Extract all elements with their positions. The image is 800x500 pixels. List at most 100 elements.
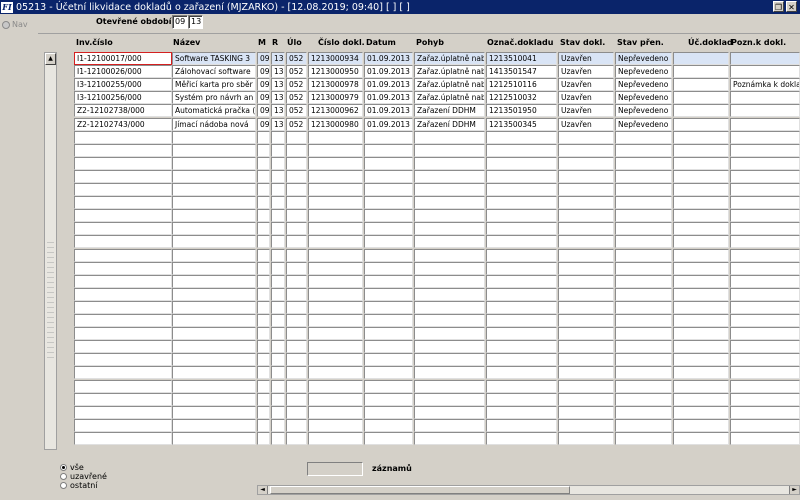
cell-nazev[interactable] — [172, 314, 256, 327]
cell-cislo-dokl[interactable] — [308, 248, 363, 262]
cell-stav-dokl[interactable] — [558, 392, 614, 406]
cell-r[interactable] — [271, 379, 285, 393]
cell-r[interactable] — [271, 222, 285, 236]
cell-stav-pren[interactable] — [615, 353, 672, 367]
cell-uc-doklad[interactable] — [673, 300, 729, 314]
cell-datum[interactable]: 01.09.2013 0 — [364, 65, 413, 79]
cell-ulo[interactable] — [286, 222, 307, 236]
filter-option[interactable]: uzavřené — [60, 472, 107, 481]
filter-option[interactable]: ostatní — [60, 481, 107, 490]
table-row[interactable]: I1-12100017/000 Software TASKING 3 09 13 052… — [0, 52, 800, 65]
table-row[interactable] — [0, 314, 800, 327]
cell-ulo[interactable] — [286, 235, 307, 249]
cell-stav-dokl[interactable] — [558, 169, 614, 183]
cell-pohyb[interactable] — [414, 209, 485, 223]
cell-uc-doklad[interactable] — [673, 143, 729, 157]
cell-stav-dokl[interactable] — [558, 353, 614, 367]
cell-ulo[interactable] — [286, 209, 307, 223]
cell-r[interactable] — [271, 235, 285, 249]
cell-datum[interactable] — [364, 392, 413, 406]
cell-stav-pren[interactable] — [615, 169, 672, 183]
cell-datum[interactable] — [364, 287, 413, 301]
cell-stav-dokl[interactable] — [558, 366, 614, 380]
cell-uc-doklad[interactable] — [673, 431, 729, 445]
cell-m[interactable] — [257, 431, 270, 445]
cell-oznac-dokladu[interactable] — [486, 366, 557, 380]
cell-cislo-dokl[interactable] — [308, 183, 363, 196]
cell-stav-pren[interactable] — [615, 327, 672, 341]
cell-nazev[interactable] — [172, 183, 256, 196]
cell-uc-doklad[interactable] — [673, 91, 729, 105]
table-row[interactable] — [0, 235, 800, 249]
cell-inv-cislo[interactable] — [74, 261, 172, 275]
cell-inv-cislo[interactable] — [74, 209, 172, 223]
table-row[interactable] — [0, 169, 800, 183]
cell-r[interactable]: 13 — [271, 91, 285, 105]
cell-stav-pren[interactable]: Nepřevedeno — [615, 78, 672, 92]
cell-stav-dokl[interactable] — [558, 130, 614, 144]
cell-cislo-dokl[interactable] — [308, 143, 363, 157]
period-month-field[interactable]: 09 — [172, 15, 188, 29]
cell-cislo-dokl[interactable] — [308, 431, 363, 445]
cell-m[interactable] — [257, 300, 270, 314]
cell-pozn-k-dokl[interactable] — [730, 274, 800, 288]
cell-oznac-dokladu[interactable] — [486, 340, 557, 354]
cell-m[interactable] — [257, 183, 270, 196]
cell-stav-dokl[interactable] — [558, 209, 614, 223]
cell-uc-doklad[interactable] — [673, 169, 729, 183]
cell-pozn-k-dokl[interactable] — [730, 91, 800, 105]
column-header-oznac-dokladu[interactable]: Označ.dokladu — [487, 38, 553, 47]
cell-stav-pren[interactable]: Nepřevedeno — [615, 52, 672, 65]
cell-stav-pren[interactable] — [615, 287, 672, 301]
cell-datum[interactable] — [364, 379, 413, 393]
cell-stav-dokl[interactable]: Uzavřen — [558, 91, 614, 105]
cell-pozn-k-dokl[interactable] — [730, 405, 800, 419]
cell-pohyb[interactable] — [414, 314, 485, 327]
cell-m[interactable] — [257, 248, 270, 262]
cell-pohyb[interactable] — [414, 327, 485, 341]
cell-uc-doklad[interactable] — [673, 65, 729, 79]
cell-oznac-dokladu[interactable] — [486, 431, 557, 445]
cell-nazev[interactable] — [172, 222, 256, 236]
cell-nazev[interactable] — [172, 235, 256, 249]
cell-stav-dokl[interactable] — [558, 183, 614, 196]
cell-stav-dokl[interactable] — [558, 248, 614, 262]
cell-stav-pren[interactable] — [615, 130, 672, 144]
cell-ulo[interactable] — [286, 156, 307, 170]
cell-oznac-dokladu[interactable] — [486, 222, 557, 236]
cell-datum[interactable] — [364, 274, 413, 288]
cell-ulo[interactable]: 052 — [286, 117, 307, 131]
cell-datum[interactable] — [364, 366, 413, 380]
cell-nazev[interactable] — [172, 340, 256, 354]
cell-cislo-dokl[interactable] — [308, 340, 363, 354]
cell-r[interactable] — [271, 327, 285, 341]
cell-inv-cislo[interactable] — [74, 235, 172, 249]
cell-cislo-dokl[interactable] — [308, 353, 363, 367]
cell-ulo[interactable] — [286, 274, 307, 288]
cell-r[interactable] — [271, 261, 285, 275]
cell-nazev[interactable] — [172, 169, 256, 183]
cell-pozn-k-dokl[interactable]: Poznámka k dokla — [730, 78, 800, 92]
column-header-ulo[interactable]: Úlo — [287, 38, 302, 47]
cell-datum[interactable] — [364, 405, 413, 419]
cell-ulo[interactable] — [286, 183, 307, 196]
cell-stav-pren[interactable] — [615, 196, 672, 210]
cell-uc-doklad[interactable] — [673, 196, 729, 210]
cell-uc-doklad[interactable] — [673, 235, 729, 249]
cell-inv-cislo[interactable] — [74, 156, 172, 170]
cell-m[interactable]: 09 — [257, 91, 270, 105]
cell-cislo-dokl[interactable] — [308, 156, 363, 170]
cell-oznac-dokladu[interactable]: 1213500345 — [486, 117, 557, 131]
cell-stav-pren[interactable] — [615, 431, 672, 445]
cell-cislo-dokl[interactable] — [308, 287, 363, 301]
cell-ulo[interactable] — [286, 287, 307, 301]
cell-pohyb[interactable] — [414, 392, 485, 406]
cell-pozn-k-dokl[interactable] — [730, 327, 800, 341]
scroll-right-icon[interactable]: ► — [789, 486, 799, 494]
cell-pozn-k-dokl[interactable] — [730, 314, 800, 327]
cell-datum[interactable] — [364, 235, 413, 249]
cell-nazev[interactable] — [172, 431, 256, 445]
cell-oznac-dokladu[interactable] — [486, 130, 557, 144]
cell-r[interactable] — [271, 405, 285, 419]
cell-uc-doklad[interactable] — [673, 78, 729, 92]
